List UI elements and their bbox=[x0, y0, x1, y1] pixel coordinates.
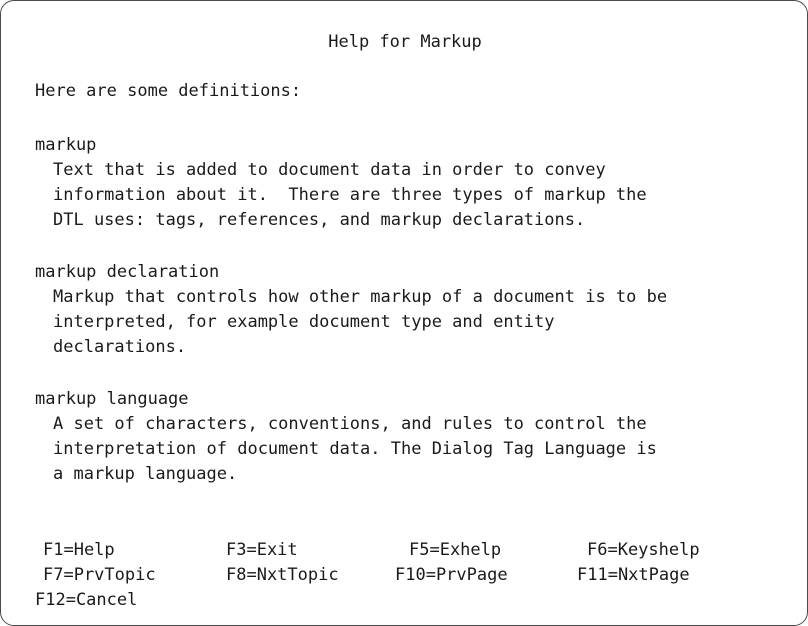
definition-text-line: Markup that controls how other markup of… bbox=[53, 287, 668, 307]
f6-keyshelp-key[interactable]: F6=Keyshelp bbox=[587, 540, 700, 560]
definition-text-line: Text that is added to document data in o… bbox=[53, 160, 606, 180]
f11-nxtpage-key[interactable]: F11=NxtPage bbox=[577, 565, 690, 585]
f5-exhelp-key[interactable]: F5=Exhelp bbox=[409, 540, 501, 560]
definition-term-markup-language: markup language bbox=[35, 389, 189, 409]
f7-prvtopic-key[interactable]: F7=PrvTopic bbox=[43, 565, 156, 585]
definition-text-line: DTL uses: tags, references, and markup d… bbox=[53, 210, 586, 230]
panel-title: Help for Markup bbox=[328, 32, 482, 52]
f10-prvpage-key[interactable]: F10=PrvPage bbox=[395, 565, 508, 585]
definition-text-line: interpreted, for example document type a… bbox=[53, 312, 555, 332]
definition-text-line: interpretation of document data. The Dia… bbox=[53, 439, 657, 459]
f1-help-key[interactable]: F1=Help bbox=[43, 540, 115, 560]
definition-text-line: information about it. There are three ty… bbox=[53, 185, 647, 205]
f3-exit-key[interactable]: F3=Exit bbox=[226, 540, 298, 560]
f8-nxttopic-key[interactable]: F8=NxtTopic bbox=[226, 565, 339, 585]
definition-text-line: A set of characters, conventions, and ru… bbox=[53, 414, 647, 434]
definition-text-line: declarations. bbox=[53, 337, 187, 357]
intro-text: Here are some definitions: bbox=[35, 81, 302, 101]
definition-term-markup-declaration: markup declaration bbox=[35, 262, 220, 282]
definition-term-markup: markup bbox=[35, 135, 97, 155]
f12-cancel-key[interactable]: F12=Cancel bbox=[35, 590, 137, 610]
help-panel: Help for Markup Here are some definition… bbox=[0, 0, 808, 626]
definition-text-line: a markup language. bbox=[53, 464, 238, 484]
